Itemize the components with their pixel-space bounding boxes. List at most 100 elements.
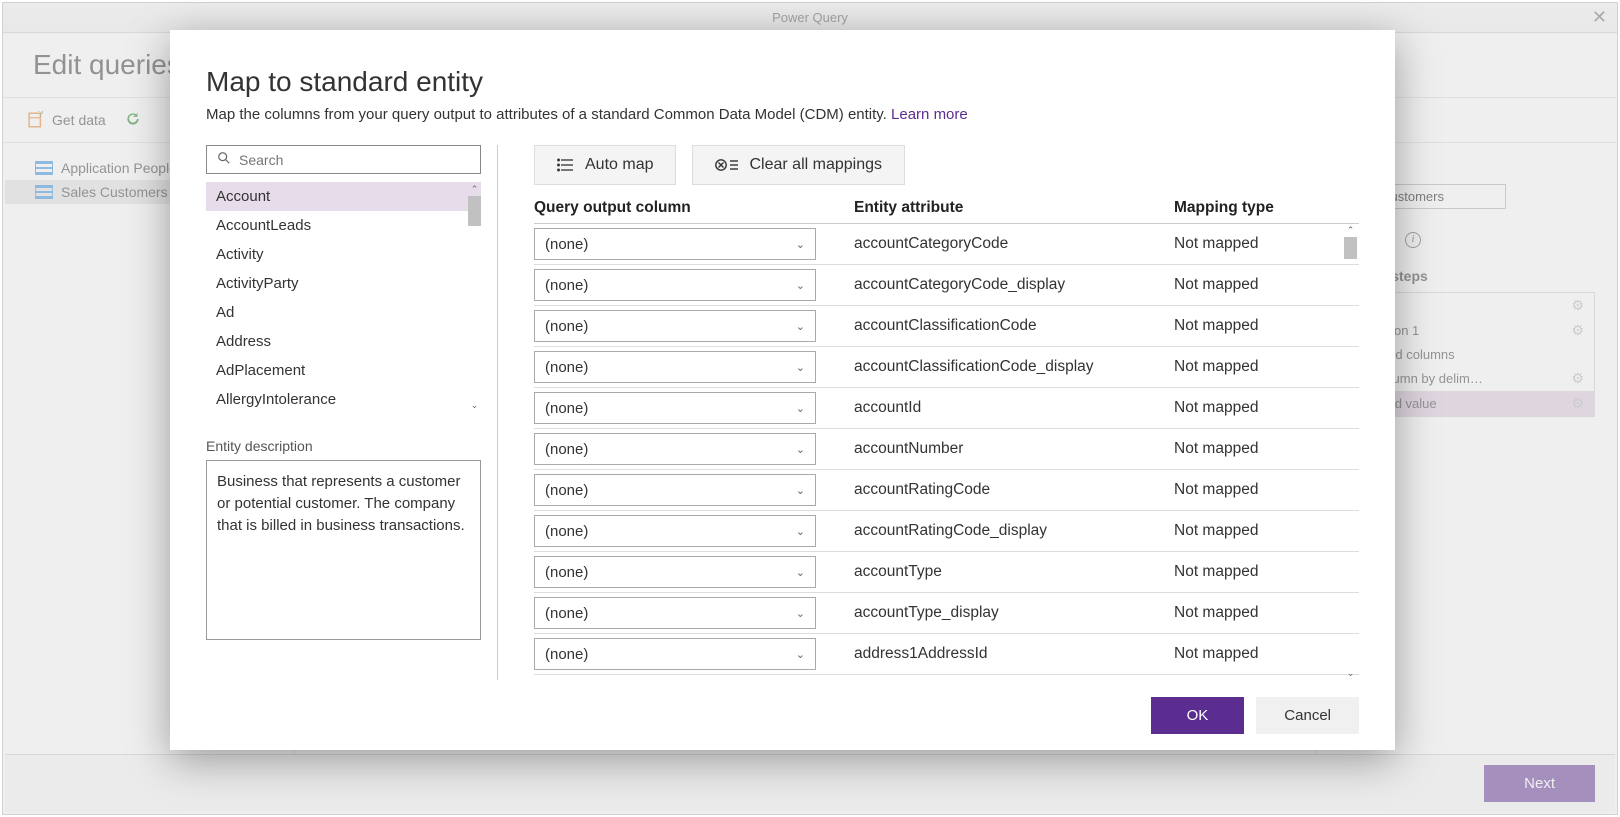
subtitle-text: Map the columns from your query output t…	[206, 106, 887, 123]
entity-list-item[interactable]: AllergyIntolerance	[206, 385, 481, 412]
entity-list[interactable]: AccountAccountLeadsActivityActivityParty…	[206, 182, 481, 412]
dialog-footer: OK Cancel	[206, 680, 1359, 750]
entity-list-item[interactable]: Address	[206, 327, 481, 356]
chevron-down-icon: ⌄	[796, 648, 805, 661]
entity-list-item[interactable]: AdPlacement	[206, 356, 481, 385]
chevron-down-icon: ⌄	[796, 402, 805, 415]
grid-scrollbar[interactable]: ⌃ ⌄	[1342, 223, 1359, 680]
mapping-type-cell: Not mapped	[1174, 481, 1359, 499]
chevron-down-icon: ⌄	[796, 238, 805, 251]
entity-list-item[interactable]: ActivityParty	[206, 269, 481, 298]
learn-more-link[interactable]: Learn more	[891, 106, 968, 123]
mapping-type-cell: Not mapped	[1174, 399, 1359, 417]
mapping-type-cell: Not mapped	[1174, 645, 1359, 663]
query-column-dropdown[interactable]: (none)⌄	[534, 556, 816, 588]
entity-list-item[interactable]: Ad	[206, 298, 481, 327]
mapping-type-cell: Not mapped	[1174, 317, 1359, 335]
scroll-down-icon[interactable]: ⌄	[466, 398, 483, 412]
mapping-row: (none)⌄ accountRatingCode_displayNot mapp…	[534, 511, 1359, 552]
mapping-row: (none)⌄accountCategoryCodeNot mapped	[534, 224, 1359, 265]
query-column-dropdown[interactable]: (none) ⌄	[534, 392, 816, 424]
dropdown-value: (none)	[545, 646, 588, 663]
mapping-row: (none)⌄ accountClassificationCodeNot mapp…	[534, 306, 1359, 347]
scroll-thumb[interactable]	[1344, 237, 1357, 259]
mapping-row: (none) ⌄ accountCategoryCode_displayNot ma…	[534, 265, 1359, 306]
entity-description-text: Business that represents a customer or p…	[206, 460, 481, 640]
column-header-entity: Entity attribute	[854, 199, 1174, 217]
map-to-standard-entity-dialog: Map to standard entity Map the columns f…	[170, 30, 1395, 750]
auto-map-button[interactable]: Auto map	[534, 145, 676, 185]
mapping-row: (none)⌄accountNumberNot mapped	[534, 429, 1359, 470]
chevron-down-icon: ⌄	[796, 607, 805, 620]
chevron-down-icon: ⌄	[796, 484, 805, 497]
mapping-type-cell: Not mapped	[1174, 522, 1359, 540]
chevron-down-icon: ⌄	[796, 443, 805, 456]
dropdown-value: (none)	[545, 318, 588, 335]
query-column-dropdown[interactable]: (none)⌄	[534, 515, 816, 547]
mapping-row: (none)⌄ accountRatingCodeNot mapped	[534, 470, 1359, 511]
scroll-up-icon[interactable]: ⌃	[1342, 223, 1359, 237]
dialog-title: Map to standard entity	[206, 66, 1359, 98]
entity-attribute-cell: accountId	[854, 399, 1174, 417]
entity-list-item[interactable]: AccountLeads	[206, 211, 481, 240]
mapping-type-cell: Not mapped	[1174, 563, 1359, 581]
mapping-type-cell: Not mapped	[1174, 604, 1359, 622]
entity-list-item[interactable]: Activity	[206, 240, 481, 269]
auto-map-label: Auto map	[585, 156, 653, 174]
mapping-type-cell: Not mapped	[1174, 440, 1359, 458]
mapping-row: (none) ⌄ accountClassificationCode_display…	[534, 347, 1359, 388]
mapping-panel: Auto map Clear all mappings Query output…	[534, 145, 1359, 680]
dropdown-value: (none)	[545, 400, 588, 417]
search-input[interactable]	[239, 152, 470, 168]
dropdown-value: (none)	[545, 523, 588, 540]
entity-attribute-cell: accountRatingCode_display	[854, 522, 1174, 540]
scroll-up-icon[interactable]: ⌃	[466, 182, 483, 196]
mapping-type-cell: Not mapped	[1174, 235, 1359, 253]
chevron-down-icon: ⌄	[796, 279, 805, 292]
dropdown-value: (none)	[545, 277, 588, 294]
dropdown-value: (none)	[545, 441, 588, 458]
chevron-down-icon: ⌄	[796, 361, 805, 374]
search-input-wrap[interactable]	[206, 145, 481, 174]
entity-attribute-cell: accountType	[854, 563, 1174, 581]
clear-all-label: Clear all mappings	[749, 156, 882, 174]
mapping-grid: (none)⌄accountCategoryCodeNot mapped(non…	[534, 223, 1359, 680]
dropdown-value: (none)	[545, 236, 588, 253]
ok-button[interactable]: OK	[1151, 697, 1245, 734]
mapping-row: (none)⌄ accountTypeNot mapped	[534, 552, 1359, 593]
entity-attribute-cell: accountType_display	[854, 604, 1174, 622]
dropdown-value: (none)	[545, 564, 588, 581]
search-icon	[217, 151, 231, 168]
mapping-row: (none) ⌄ accountIdNot mapped	[534, 388, 1359, 429]
entity-picker: AccountAccountLeadsActivityActivityParty…	[206, 145, 498, 680]
query-column-dropdown[interactable]: (none) ⌄	[534, 269, 816, 301]
column-header-query: Query output column	[534, 199, 854, 217]
query-column-dropdown[interactable]: (none) ⌄	[534, 433, 816, 465]
dialog-subtitle: Map the columns from your query output t…	[206, 106, 1359, 123]
query-column-dropdown[interactable]: (none)⌄	[534, 310, 816, 342]
clear-all-mappings-button[interactable]: Clear all mappings	[692, 145, 905, 185]
mapping-grid-header: Query output column Entity attribute Map…	[534, 199, 1359, 223]
entity-attribute-cell: accountClassificationCode	[854, 317, 1174, 335]
scroll-thumb[interactable]	[468, 196, 481, 226]
entity-attribute-cell: accountRatingCode	[854, 481, 1174, 499]
cancel-button[interactable]: Cancel	[1256, 697, 1359, 734]
query-column-dropdown[interactable]: (none) ⌄	[534, 351, 816, 383]
query-column-dropdown[interactable]: (none) ⌄	[534, 228, 816, 260]
dropdown-value: (none)	[545, 359, 588, 376]
entity-list-item[interactable]: Account	[206, 182, 481, 211]
query-column-dropdown[interactable]: (none) ⌄	[534, 638, 816, 670]
entity-list-scrollbar[interactable]: ⌃ ⌄	[466, 182, 483, 412]
query-column-dropdown[interactable]: (none)⌄	[534, 474, 816, 506]
mapping-row: (none) ⌄ address1AddressIdNot mapped	[534, 634, 1359, 675]
mapping-type-cell: Not mapped	[1174, 276, 1359, 294]
query-column-dropdown[interactable]: (none)⌄	[534, 597, 816, 629]
mapping-type-cell: Not mapped	[1174, 358, 1359, 376]
entity-description-label: Entity description	[206, 438, 481, 454]
entity-attribute-cell: address1AddressId	[854, 645, 1174, 663]
auto-map-icon	[557, 158, 575, 172]
entity-attribute-cell: accountClassificationCode_display	[854, 358, 1174, 376]
column-header-mapping: Mapping type	[1174, 199, 1359, 217]
entity-attribute-cell: accountCategoryCode_display	[854, 276, 1174, 294]
scroll-down-icon[interactable]: ⌄	[1342, 666, 1359, 680]
